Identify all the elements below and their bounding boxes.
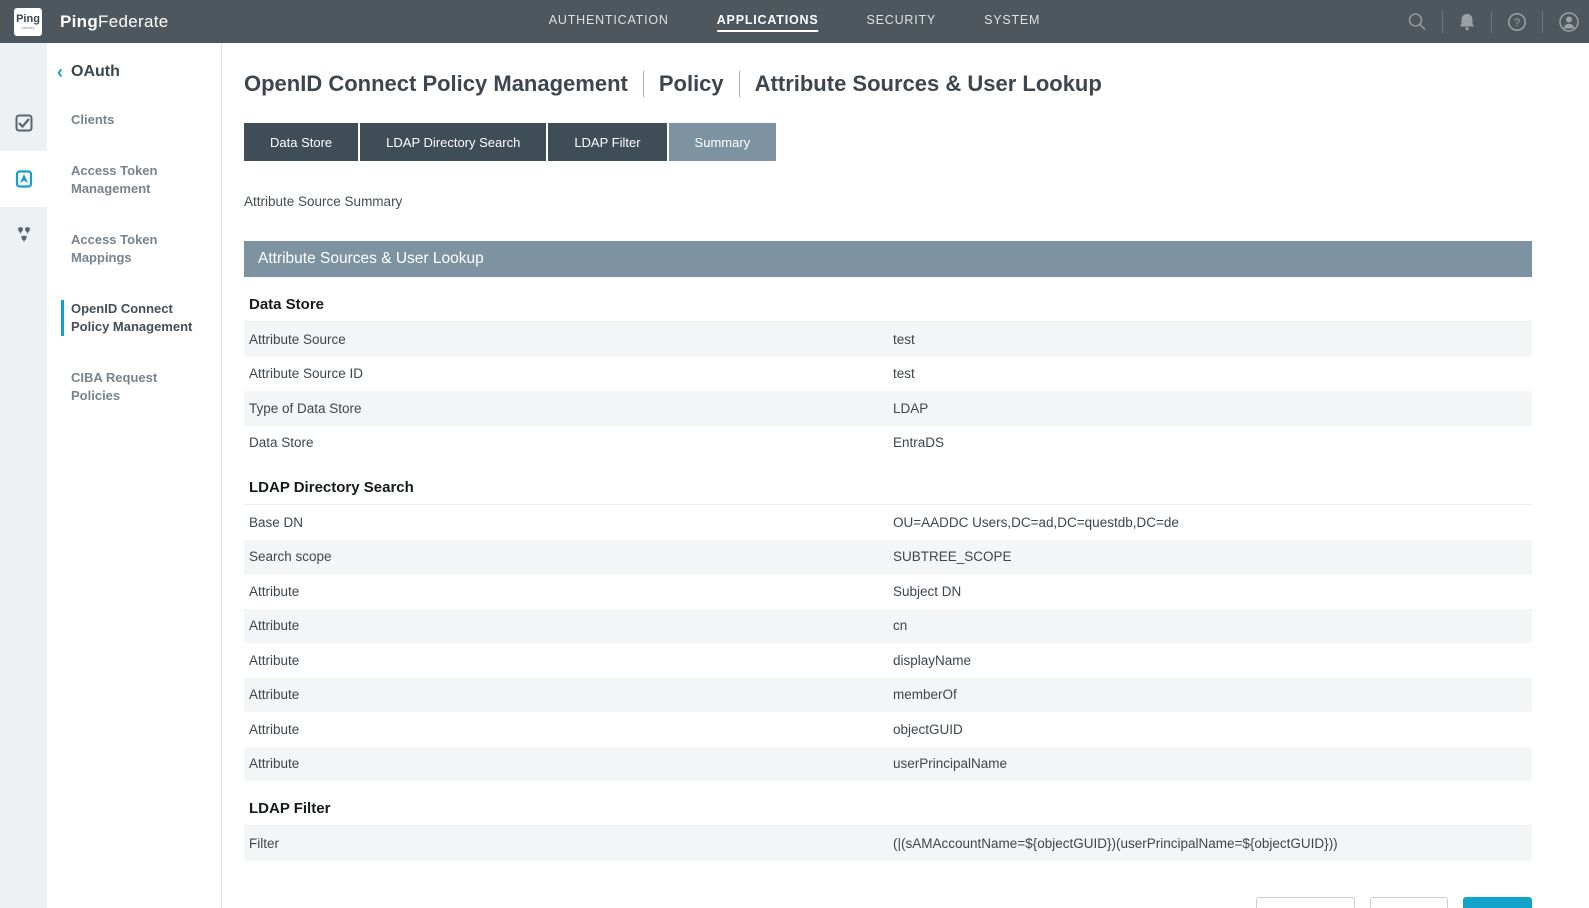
row-value: objectGUID — [893, 722, 1532, 737]
app-title-light: Federate — [98, 12, 168, 31]
row-label: Attribute — [244, 653, 893, 668]
row-label: Data Store — [244, 435, 893, 450]
nav-security[interactable]: SECURITY — [866, 11, 936, 32]
summary-row: Base DNOU=AADDC Users,DC=ad,DC=questdb,D… — [244, 505, 1532, 540]
row-value: displayName — [893, 653, 1532, 668]
row-value: test — [893, 366, 1532, 381]
summary-row: Attribute Source IDtest — [244, 357, 1532, 392]
row-label: Attribute Source ID — [244, 366, 893, 381]
sidebar-item-ciba-request-policies[interactable]: CIBA Request Policies — [61, 369, 209, 405]
row-value: userPrincipalName — [893, 756, 1532, 771]
app-title-bold: Ping — [60, 12, 98, 31]
page-title: OpenID Connect Policy Management Policy At… — [244, 71, 1589, 97]
section-title-data-store: Data Store — [244, 289, 1532, 322]
bell-icon[interactable] — [1457, 11, 1477, 33]
summary-row: AttributedisplayName — [244, 643, 1532, 678]
row-value: (|(sAMAccountName=${objectGUID})(userPri… — [893, 836, 1532, 851]
row-label: Search scope — [244, 549, 893, 564]
footer-actions: Cancel Previous Done Save — [244, 897, 1532, 908]
clients-icon[interactable] — [0, 95, 47, 151]
summary-panel: Attribute Sources & User Lookup Data Sto… — [244, 241, 1532, 861]
section-title-ldap-directory-search: LDAP Directory Search — [244, 472, 1532, 505]
sidebar-section-title: OAuth — [71, 63, 120, 81]
icon-divider — [1542, 11, 1543, 33]
row-value: cn — [893, 618, 1532, 633]
summary-row: AttributeSubject DN — [244, 574, 1532, 609]
top-bar: Ping Identity PingFederate AUTHENTICATIO… — [0, 0, 1589, 43]
row-label: Attribute — [244, 722, 893, 737]
panel-header: Attribute Sources & User Lookup — [244, 241, 1532, 277]
ping-logo: Ping Identity — [14, 8, 42, 36]
section-title-ldap-filter: LDAP Filter — [244, 793, 1532, 826]
sidebar-item-access-token-management[interactable]: Access Token Management — [61, 162, 209, 198]
summary-row: AttributeobjectGUID — [244, 712, 1532, 747]
mappings-icon[interactable] — [0, 207, 47, 263]
summary-label: Attribute Source Summary — [244, 194, 1589, 209]
summary-row: Attributecn — [244, 609, 1532, 644]
breadcrumb-segment: Attribute Sources & User Lookup — [755, 71, 1102, 97]
summary-row: Search scopeSUBTREE_SCOPE — [244, 540, 1532, 575]
row-value: OU=AADDC Users,DC=ad,DC=questdb,DC=de — [893, 515, 1532, 530]
tab-ldap-directory-search[interactable]: LDAP Directory Search — [360, 123, 546, 161]
nav-authentication[interactable]: AUTHENTICATION — [549, 11, 669, 32]
row-value: LDAP — [893, 401, 1532, 416]
breadcrumb-segment: Policy — [659, 71, 724, 97]
help-icon[interactable]: ? — [1506, 11, 1528, 33]
sidebar: ‹ OAuth Clients Access Token Management Ac… — [47, 43, 222, 908]
row-value: memberOf — [893, 687, 1532, 702]
breadcrumb-segment: OpenID Connect Policy Management — [244, 71, 628, 97]
app-title: PingFederate — [60, 12, 168, 32]
sidebar-back-oauth[interactable]: ‹ OAuth — [57, 63, 221, 81]
summary-row: Filter(|(sAMAccountName=${objectGUID})(u… — [244, 826, 1532, 861]
row-label: Type of Data Store — [244, 401, 893, 416]
save-button[interactable]: Save — [1463, 897, 1532, 908]
primary-nav: AUTHENTICATION APPLICATIONS SECURITY SYSTEM — [549, 0, 1041, 43]
title-separator — [643, 71, 644, 97]
summary-row: Type of Data StoreLDAP — [244, 391, 1532, 426]
sidebar-item-openid-connect-policy-management[interactable]: OpenID Connect Policy Management — [61, 300, 209, 336]
icon-rail — [0, 43, 47, 908]
sidebar-item-clients[interactable]: Clients — [61, 111, 209, 129]
row-value: Subject DN — [893, 584, 1532, 599]
row-label: Attribute — [244, 756, 893, 771]
ping-logo-text: Ping — [16, 14, 40, 25]
row-label: Attribute — [244, 618, 893, 633]
row-label: Base DN — [244, 515, 893, 530]
summary-row: Data StoreEntraDS — [244, 426, 1532, 461]
tab-summary[interactable]: Summary — [669, 123, 777, 161]
ping-logo-subtext: Identity — [22, 25, 35, 30]
row-value: EntraDS — [893, 435, 1532, 450]
row-label: Attribute — [244, 687, 893, 702]
user-icon[interactable] — [1557, 10, 1581, 34]
row-label: Attribute — [244, 584, 893, 599]
summary-row: AttributeuserPrincipalName — [244, 747, 1532, 782]
icon-divider — [1491, 11, 1492, 33]
row-value: test — [893, 332, 1532, 347]
sidebar-item-access-token-mappings[interactable]: Access Token Mappings — [61, 231, 209, 267]
chevron-left-icon: ‹ — [57, 64, 63, 80]
nav-applications[interactable]: APPLICATIONS — [717, 11, 819, 32]
icon-divider — [1442, 11, 1443, 33]
row-label: Filter — [244, 836, 893, 851]
search-icon[interactable] — [1406, 11, 1428, 33]
row-value: SUBTREE_SCOPE — [893, 549, 1532, 564]
tab-ldap-filter[interactable]: LDAP Filter — [548, 123, 666, 161]
row-label: Attribute Source — [244, 332, 893, 347]
previous-button[interactable]: Previous — [1256, 897, 1355, 908]
done-button[interactable]: Done — [1370, 897, 1448, 908]
summary-row: Attribute Sourcetest — [244, 322, 1532, 357]
main-content: OpenID Connect Policy Management Policy At… — [222, 43, 1589, 908]
nav-system[interactable]: SYSTEM — [984, 11, 1040, 32]
wizard-tabs: Data StoreLDAP Directory SearchLDAP Filt… — [244, 123, 1589, 161]
summary-row: AttributememberOf — [244, 678, 1532, 713]
token-management-icon[interactable] — [0, 151, 47, 207]
svg-text:?: ? — [1514, 17, 1520, 29]
title-separator — [739, 71, 740, 97]
tab-data-store[interactable]: Data Store — [244, 123, 358, 161]
topbar-icons: ? — [1406, 0, 1581, 43]
